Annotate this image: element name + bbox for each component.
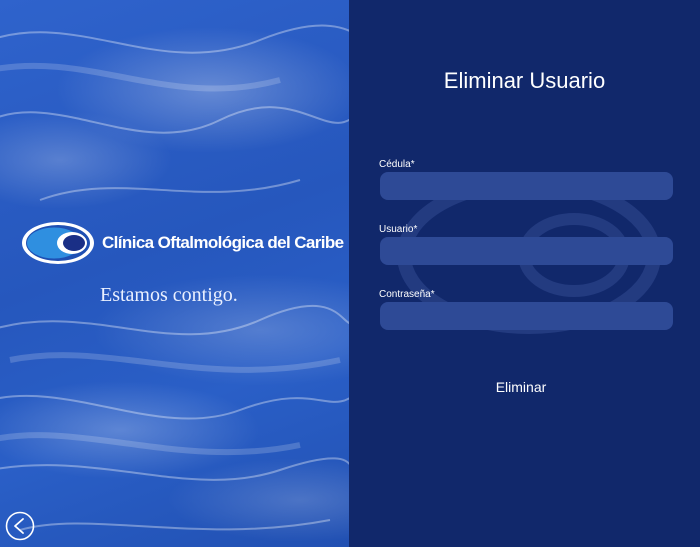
eye-logo-icon (22, 222, 94, 264)
form-title: Eliminar Usuario (443, 68, 606, 93)
contrasena-label: Contraseña* (379, 289, 435, 300)
form-panel: Eliminar Usuario Cédula* Usuario* Contra… (349, 0, 700, 547)
clinic-name: Clínica Oftalmológica del Caribe (102, 233, 344, 252)
brand-tagline: Estamos contigo. (100, 284, 238, 306)
clinic-logo: Clínica Oftalmológica del Caribe (20, 220, 344, 266)
usuario-field[interactable] (380, 237, 673, 265)
eliminar-button[interactable]: Eliminar (475, 376, 567, 398)
back-button[interactable] (5, 511, 35, 541)
chevron-left-circle-icon (5, 511, 35, 541)
cedula-field[interactable] (380, 172, 673, 200)
marble-background (0, 24, 349, 531)
brand-panel: Clínica Oftalmológica del Caribe Estamos… (0, 0, 349, 547)
contrasena-field[interactable] (380, 302, 673, 330)
usuario-label: Usuario* (379, 224, 418, 235)
cedula-label: Cédula* (379, 159, 415, 170)
